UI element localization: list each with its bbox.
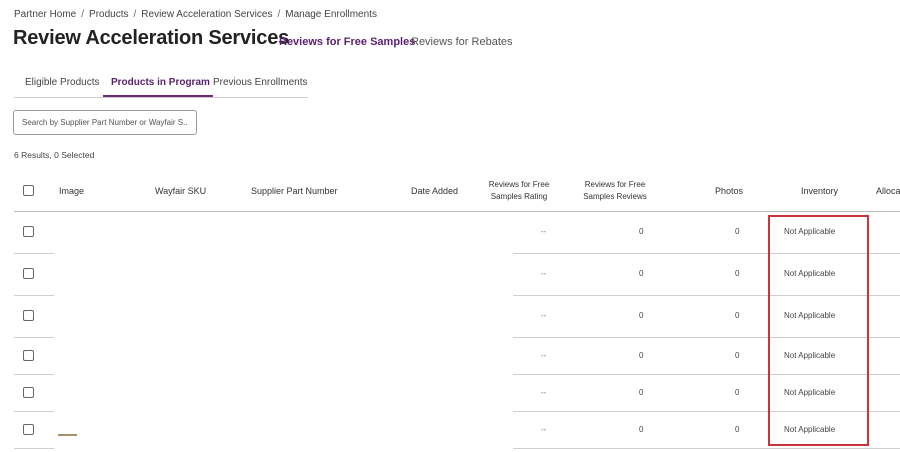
cell-photos: 0 (735, 227, 740, 236)
sub-tab-bar: Eligible Products Products in Program Pr… (14, 73, 308, 98)
cell-rating: -- (541, 311, 547, 320)
select-all-checkbox[interactable] (23, 185, 34, 196)
cell-reviews: 0 (639, 425, 644, 434)
cell-reviews: 0 (639, 269, 644, 278)
breadcrumb-separator: / (133, 9, 137, 20)
cell-rating: -- (541, 227, 547, 236)
cell-photos: 0 (735, 351, 740, 360)
breadcrumb-review-acceleration-services[interactable]: Review Acceleration Services (141, 9, 272, 20)
cell-reviews: 0 (639, 388, 644, 397)
product-image-thumbnail[interactable] (58, 434, 77, 436)
breadcrumb-manage-enrollments: Manage Enrollments (285, 9, 377, 20)
row-divider (14, 448, 54, 449)
column-header-allocation[interactable]: Alloca (876, 186, 900, 196)
row-divider (513, 295, 900, 296)
row-checkbox[interactable] (23, 387, 34, 398)
row-divider (513, 337, 900, 338)
search-input[interactable] (14, 111, 196, 134)
cell-rating: -- (541, 351, 547, 360)
search-box (13, 110, 197, 135)
row-divider (513, 411, 900, 412)
breadcrumb-partner-home[interactable]: Partner Home (14, 9, 76, 20)
breadcrumb-separator: / (81, 9, 85, 20)
row-checkbox[interactable] (23, 226, 34, 237)
table-header-divider (14, 211, 900, 212)
tab-previous-enrollments[interactable]: Previous Enrollments (213, 77, 307, 88)
column-header-wayfair-sku[interactable]: Wayfair SKU (155, 186, 206, 196)
column-header-image: Image (59, 186, 85, 196)
cell-rating: -- (541, 269, 547, 278)
cell-rating: -- (541, 388, 547, 397)
breadcrumb-products[interactable]: Products (89, 9, 128, 20)
column-header-date-added[interactable]: Date Added (411, 186, 458, 196)
row-checkbox[interactable] (23, 424, 34, 435)
row-divider (513, 374, 900, 375)
column-header-inventory[interactable]: Inventory (801, 186, 838, 196)
row-checkbox[interactable] (23, 268, 34, 279)
cell-inventory: Not Applicable (784, 269, 836, 278)
result-count: 6 Results, 0 Selected (14, 150, 95, 160)
cell-reviews: 0 (639, 227, 644, 236)
tab-products-in-program[interactable]: Products in Program (111, 77, 210, 88)
row-divider (14, 253, 54, 254)
row-divider (14, 411, 54, 412)
row-divider (513, 448, 900, 449)
cell-reviews: 0 (639, 351, 644, 360)
cell-photos: 0 (735, 425, 740, 434)
active-tab-indicator (103, 95, 213, 97)
row-divider (14, 295, 54, 296)
column-header-free-samples-reviews[interactable]: Reviews for Free Samples Reviews (578, 179, 652, 203)
tab-reviews-for-rebates[interactable]: Reviews for Rebates (411, 36, 513, 48)
breadcrumb: Partner Home / Products / Review Acceleratio… (14, 9, 377, 20)
cell-photos: 0 (735, 269, 740, 278)
tab-eligible-products[interactable]: Eligible Products (25, 77, 99, 88)
column-header-free-samples-rating[interactable]: Reviews for Free Samples Rating (484, 179, 554, 203)
tab-reviews-for-free-samples[interactable]: Reviews for Free Samples (279, 36, 415, 48)
column-header-photos[interactable]: Photos (715, 186, 743, 196)
cell-inventory: Not Applicable (784, 227, 836, 236)
cell-reviews: 0 (639, 311, 644, 320)
cell-photos: 0 (735, 311, 740, 320)
row-checkbox[interactable] (23, 350, 34, 361)
breadcrumb-separator: / (277, 9, 281, 20)
cell-inventory: Not Applicable (784, 425, 836, 434)
cell-inventory: Not Applicable (784, 311, 836, 320)
row-checkbox[interactable] (23, 310, 34, 321)
cell-photos: 0 (735, 388, 740, 397)
column-header-supplier-part-number[interactable]: Supplier Part Number (251, 186, 338, 196)
cell-inventory: Not Applicable (784, 388, 836, 397)
page-title: Review Acceleration Services (13, 27, 290, 49)
row-divider (513, 253, 900, 254)
row-divider (14, 374, 54, 375)
cell-rating: -- (541, 425, 547, 434)
row-divider (14, 337, 54, 338)
cell-inventory: Not Applicable (784, 351, 836, 360)
